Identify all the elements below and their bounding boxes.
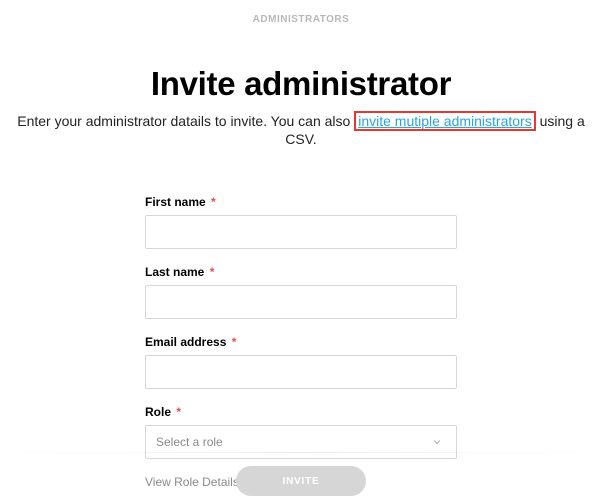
email-input[interactable] — [145, 355, 457, 389]
first-name-label: First name * — [145, 195, 457, 209]
page-title: Invite administrator — [0, 65, 602, 103]
invite-form: First name * Last name * Email address *… — [145, 195, 457, 489]
invite-multiple-link[interactable]: invite mutiple administrators — [358, 113, 532, 129]
email-field: Email address * — [145, 335, 457, 389]
footer-bar: INVITE — [0, 452, 602, 502]
last-name-field: Last name * — [145, 265, 457, 319]
email-label: Email address * — [145, 335, 457, 349]
last-name-input[interactable] — [145, 285, 457, 319]
label-text: Role — [145, 405, 171, 419]
last-name-label: Last name * — [145, 265, 457, 279]
required-mark: * — [210, 265, 215, 279]
role-select-placeholder: Select a role — [156, 435, 223, 449]
desc-text-before: Enter your administrator datails to invi… — [17, 113, 354, 129]
required-mark: * — [176, 405, 181, 419]
required-mark: * — [232, 335, 237, 349]
breadcrumb: ADMINISTRATORS — [0, 0, 602, 25]
chevron-down-icon — [430, 435, 444, 449]
required-mark: * — [211, 195, 216, 209]
role-label: Role * — [145, 405, 457, 419]
page-description: Enter your administrator datails to invi… — [0, 111, 602, 147]
label-text: Email address — [145, 335, 226, 349]
first-name-input[interactable] — [145, 215, 457, 249]
invite-button[interactable]: INVITE — [236, 466, 366, 496]
label-text: First name — [145, 195, 206, 209]
first-name-field: First name * — [145, 195, 457, 249]
label-text: Last name — [145, 265, 204, 279]
callout-highlight: invite mutiple administrators — [354, 111, 536, 131]
role-field: Role * Select a role — [145, 405, 457, 459]
